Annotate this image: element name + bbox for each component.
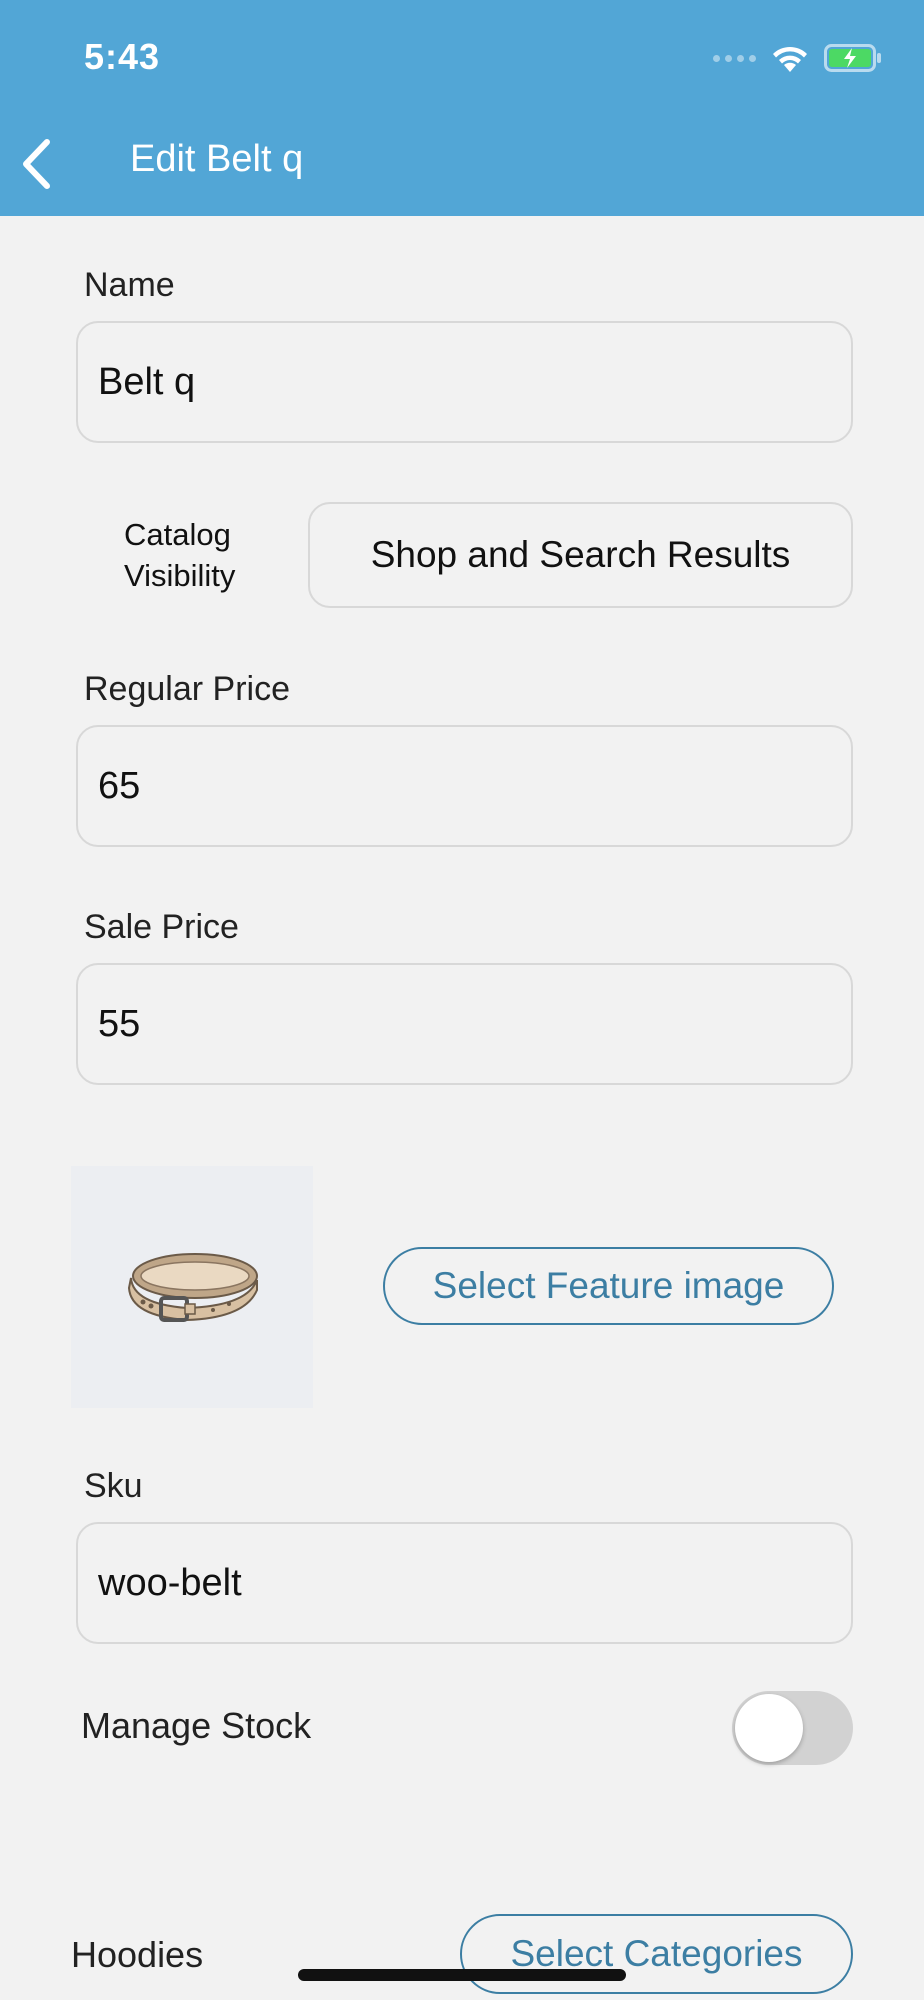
select-feature-image-button[interactable]: Select Feature image (383, 1247, 834, 1325)
manage-stock-toggle[interactable] (732, 1691, 853, 1765)
select-categories-button[interactable]: Select Categories (460, 1914, 853, 1994)
regular-price-label: Regular Price (84, 670, 290, 708)
status-time: 5:43 (84, 36, 161, 77)
catalog-visibility-label: Catalog Visibility (124, 514, 235, 596)
toggle-knob (735, 1694, 803, 1762)
name-label: Name (84, 266, 175, 304)
status-icons (713, 40, 882, 76)
catalog-visibility-label-line1: Catalog (124, 517, 231, 552)
manage-stock-label: Manage Stock (81, 1705, 312, 1746)
back-button[interactable] (14, 134, 58, 194)
home-indicator (298, 1969, 626, 1981)
regular-price-input[interactable]: 65 (76, 725, 853, 847)
sku-label: Sku (84, 1467, 143, 1505)
category-value: Hoodies (71, 1934, 204, 1975)
page-title: Edit Belt q (130, 138, 304, 180)
wifi-icon (773, 46, 807, 72)
navigation-header: 5:43 Edit Belt q (0, 0, 924, 216)
battery-charging-icon (824, 44, 881, 72)
chevron-left-icon (23, 139, 50, 189)
sku-input[interactable]: woo-belt (76, 1522, 853, 1644)
sale-price-input[interactable]: 55 (76, 963, 853, 1085)
catalog-visibility-select[interactable]: Shop and Search Results (308, 502, 853, 608)
cellular-signal-icon (713, 54, 756, 62)
name-input[interactable]: Belt q (76, 321, 853, 443)
feature-image-thumbnail[interactable] (71, 1166, 313, 1408)
catalog-visibility-label-line2: Visibility (124, 558, 236, 593)
sale-price-label: Sale Price (84, 908, 239, 946)
belt-image (127, 1253, 258, 1322)
